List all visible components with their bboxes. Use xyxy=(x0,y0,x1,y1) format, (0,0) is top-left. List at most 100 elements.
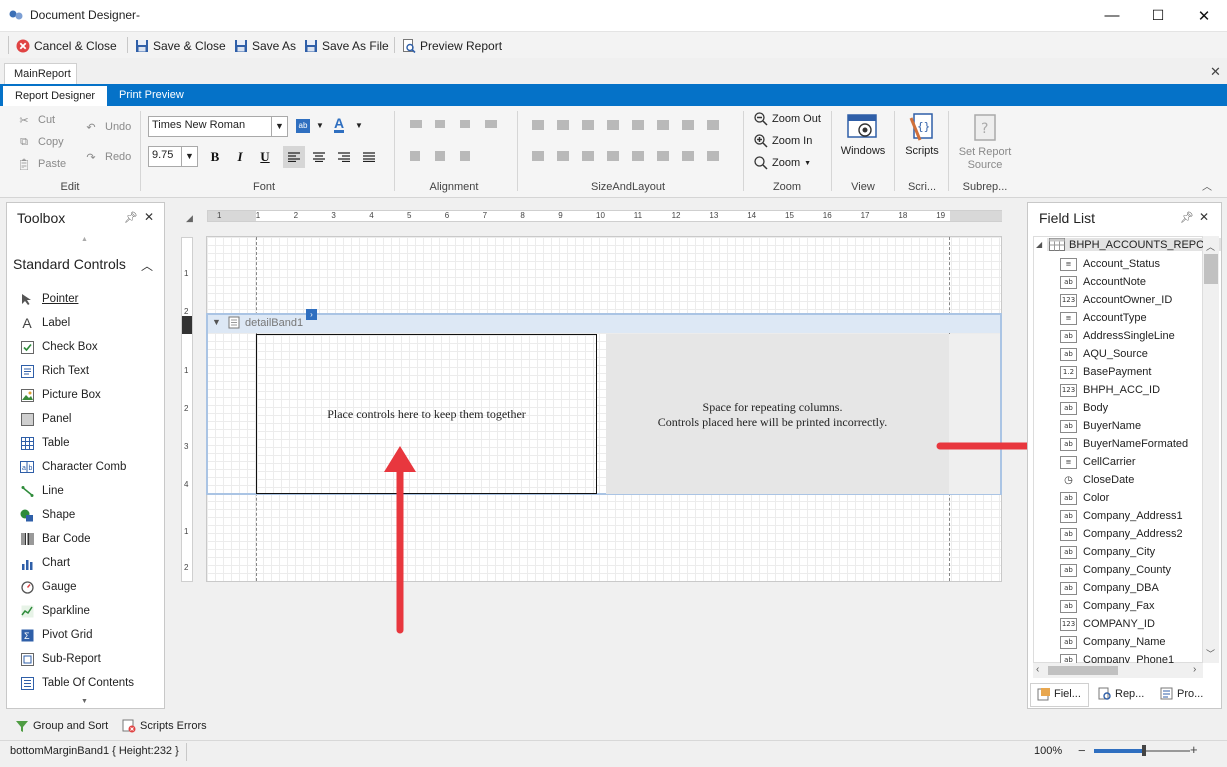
field-item[interactable]: 123 BHPH_ACC_ID xyxy=(1060,381,1160,399)
highlight-dropdown-icon[interactable]: ▼ xyxy=(316,121,324,130)
highlight-color-icon[interactable]: ab xyxy=(296,119,310,133)
standard-controls-header[interactable]: Standard Controls xyxy=(13,256,126,272)
scroll-right-icon[interactable]: › xyxy=(1193,664,1196,675)
pin-icon[interactable]: 📌︎ xyxy=(124,211,138,224)
field-item[interactable]: ≡ Account_Status xyxy=(1060,255,1160,273)
hscrollbar-thumb[interactable] xyxy=(1048,666,1118,675)
close-window-button[interactable]: ✕ xyxy=(1181,0,1227,31)
field-item[interactable]: ab Company_Address2 xyxy=(1060,525,1183,543)
field-list-scrollbar[interactable] xyxy=(1203,236,1219,663)
scroll-left-icon[interactable]: ‹ xyxy=(1036,664,1039,675)
font-color-icon[interactable]: A xyxy=(334,116,345,133)
field-item[interactable]: ab BuyerNameFormated xyxy=(1060,435,1188,453)
justify-button[interactable] xyxy=(358,146,380,168)
field-item[interactable]: ab AddressSingleLine xyxy=(1060,327,1175,345)
toolbox-item-check-box[interactable]: Check Box xyxy=(20,338,98,356)
preview-report-button[interactable]: Preview Report xyxy=(402,37,502,55)
field-item[interactable]: ab Company_Fax xyxy=(1060,597,1155,615)
band-smart-tag-icon[interactable]: › xyxy=(306,309,317,320)
save-as-button[interactable]: Save As xyxy=(234,37,296,55)
underline-button[interactable]: U xyxy=(254,146,276,168)
maximize-button[interactable]: ☐ xyxy=(1135,0,1181,31)
band-collapse-icon[interactable]: ▼ xyxy=(212,317,221,327)
toolbox-item-character-comb[interactable]: a b Character Comb xyxy=(20,458,126,476)
zoom-slider-thumb[interactable] xyxy=(1142,745,1146,756)
tab-print-preview[interactable]: Print Preview xyxy=(119,89,184,101)
toolbox-item-pivot-grid[interactable]: Σ Pivot Grid xyxy=(20,626,93,644)
field-item[interactable]: ab AQU_Source xyxy=(1060,345,1148,363)
scrollbar-thumb[interactable] xyxy=(1204,254,1218,284)
field-item[interactable]: ab AccountNote xyxy=(1060,273,1146,291)
close-document-icon[interactable]: ✕ xyxy=(1210,64,1221,80)
toolbox-item-label[interactable]: A Label xyxy=(20,314,70,332)
toolbox-item-picture-box[interactable]: Picture Box xyxy=(20,386,101,404)
detail-band-header[interactable] xyxy=(208,315,1000,333)
toolbox-item-rich-text[interactable]: Rich Text xyxy=(20,362,89,380)
scripts-errors-button[interactable]: Scripts Errors xyxy=(122,719,207,733)
toolbox-item-line[interactable]: Line xyxy=(20,482,64,500)
italic-button[interactable]: I xyxy=(229,146,251,168)
cut-button[interactable]: ✂ Cut xyxy=(15,112,55,128)
field-item[interactable]: ◷ CloseDate xyxy=(1060,471,1134,489)
zoom-in-button[interactable]: Zoom In xyxy=(754,134,812,148)
field-item[interactable]: ab Company_Name xyxy=(1060,633,1166,651)
close-toolbox-icon[interactable]: ✕ xyxy=(144,210,154,224)
group-sort-button[interactable]: Group and Sort xyxy=(15,719,108,733)
toolbox-item-table[interactable]: Table xyxy=(20,434,70,452)
field-item[interactable]: ab Body xyxy=(1060,399,1108,417)
pin-icon[interactable]: 📌︎ xyxy=(1180,211,1194,224)
tab-mainreport[interactable]: MainReport xyxy=(4,63,77,84)
scripts-button[interactable]: {} Scripts xyxy=(900,112,944,157)
field-item[interactable]: ≡ AccountType xyxy=(1060,309,1147,327)
field-item[interactable]: ab Company_County xyxy=(1060,561,1171,579)
minimize-button[interactable]: — xyxy=(1089,0,1135,31)
field-item[interactable]: ab Company_DBA xyxy=(1060,579,1159,597)
font-family-dropdown-icon[interactable]: ▼ xyxy=(271,116,288,137)
tree-expand-icon[interactable]: ◢ xyxy=(1036,240,1042,249)
toolbox-item-chart[interactable]: Chart xyxy=(20,554,70,572)
field-item[interactable]: ab Color xyxy=(1060,489,1109,507)
set-report-source-button[interactable]: ? Set Report Source xyxy=(955,112,1015,172)
windows-button[interactable]: Windows xyxy=(838,112,888,157)
undo-button[interactable]: ↶ Undo xyxy=(82,119,131,135)
toolbox-item-sub-report[interactable]: Sub-Report xyxy=(20,650,101,668)
field-item[interactable]: ab BuyerName xyxy=(1060,417,1141,435)
bold-button[interactable]: B xyxy=(204,146,226,168)
paste-button[interactable]: 📋︎ Paste xyxy=(15,156,66,172)
collapse-section-icon[interactable]: ︿ xyxy=(141,257,153,274)
toolbox-item-panel[interactable]: Panel xyxy=(20,410,71,428)
zoom-dropdown-button[interactable]: Zoom ▼ xyxy=(754,156,811,170)
field-list-root[interactable]: BHPH_ACCOUNTS_REPORT xyxy=(1047,238,1222,251)
cancel-close-button[interactable]: Cancel & Close xyxy=(16,37,117,55)
copy-button[interactable]: ⧉ Copy xyxy=(15,134,64,150)
font-color-dropdown-icon[interactable]: ▼ xyxy=(355,121,363,130)
scroll-down-icon[interactable]: ﹀ xyxy=(1206,647,1215,660)
scroll-down-icon[interactable]: ▼ xyxy=(81,698,88,705)
toolbox-item-pointer[interactable]: Pointer xyxy=(20,290,78,308)
tab-report-explorer[interactable]: Rep... xyxy=(1098,687,1144,701)
tab-report-designer[interactable]: Report Designer xyxy=(3,86,107,106)
field-item[interactable]: 123 COMPANY_ID xyxy=(1060,615,1155,633)
align-left-button[interactable] xyxy=(283,146,305,168)
close-field-list-icon[interactable]: ✕ xyxy=(1199,210,1209,224)
zoom-out-small-icon[interactable]: − xyxy=(1078,743,1086,758)
toolbox-item-shape[interactable]: Shape xyxy=(20,506,75,524)
field-item[interactable]: ab Company_Address1 xyxy=(1060,507,1183,525)
field-item[interactable]: ab Company_City xyxy=(1060,543,1155,561)
font-family-select[interactable]: Times New Roman xyxy=(148,116,272,137)
field-item[interactable]: ≡ CellCarrier xyxy=(1060,453,1136,471)
toolbox-item-gauge[interactable]: Gauge xyxy=(20,578,77,596)
zoom-out-button[interactable]: Zoom Out xyxy=(754,112,821,126)
save-as-file-button[interactable]: Save As File xyxy=(304,37,389,55)
field-item[interactable]: 1.2 BasePayment xyxy=(1060,363,1151,381)
toolbox-item-bar-code[interactable]: Bar Code xyxy=(20,530,91,548)
save-close-button[interactable]: Save & Close xyxy=(135,37,226,55)
field-item[interactable]: 123 AccountOwner_ID xyxy=(1060,291,1172,309)
scroll-up-icon[interactable]: ▲ xyxy=(81,236,88,243)
align-center-button[interactable] xyxy=(308,146,330,168)
tab-properties[interactable]: Pro... xyxy=(1160,687,1203,701)
collapse-ribbon-icon[interactable]: ︿ xyxy=(1202,178,1212,193)
redo-button[interactable]: ↷ Redo xyxy=(82,149,131,165)
toolbox-item-sparkline[interactable]: Sparkline xyxy=(20,602,90,620)
scroll-up-icon[interactable]: ︿ xyxy=(1206,240,1215,253)
